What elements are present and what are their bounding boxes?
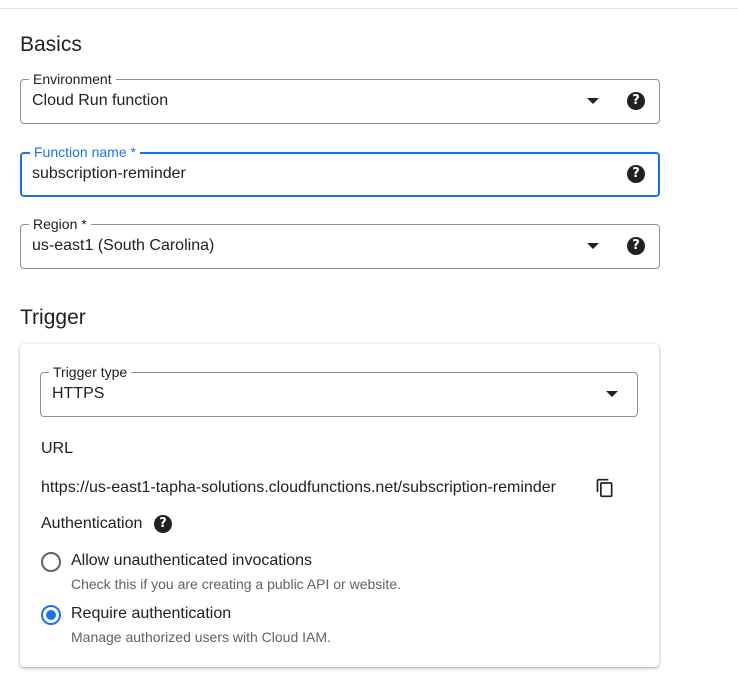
basics-title: Basics <box>20 33 82 56</box>
help-circle-icon[interactable]: ? <box>154 515 172 533</box>
allow-unauthenticated-description: Check this if you are creating a public … <box>71 576 401 592</box>
allow-unauthenticated-radio[interactable] <box>41 552 61 572</box>
arrow-drop-down-icon[interactable] <box>587 243 599 249</box>
function-name-input[interactable]: subscription-reminder <box>32 165 186 183</box>
help-circle-icon[interactable]: ? <box>627 92 645 110</box>
help-circle-icon[interactable]: ? <box>627 237 645 255</box>
require-authentication-radio[interactable] <box>41 605 61 625</box>
function-name-field[interactable]: Function name * subscription-reminder ? <box>20 144 660 197</box>
url-heading: URL <box>41 440 74 457</box>
trigger-type-value: HTTPS <box>52 385 105 402</box>
help-circle-icon[interactable]: ? <box>627 165 645 183</box>
trigger-card: Trigger type HTTPS URL https://us-east1-… <box>20 344 659 667</box>
environment-label: Environment <box>29 71 116 87</box>
trigger-url: https://us-east1-tapha-solutions.cloudfu… <box>41 479 556 496</box>
function-name-label: Function name * <box>30 144 140 160</box>
region-value: us-east1 (South Carolina) <box>32 237 215 254</box>
require-authentication-label[interactable]: Require authentication <box>71 605 231 623</box>
trigger-type-label: Trigger type <box>49 364 132 380</box>
environment-value: Cloud Run function <box>32 92 169 109</box>
trigger-title: Trigger <box>20 306 86 329</box>
authentication-heading: Authentication <box>41 515 143 532</box>
require-authentication-description: Manage authorized users with Cloud IAM. <box>71 629 331 645</box>
top-divider <box>0 8 738 9</box>
environment-select[interactable]: Environment Cloud Run function ? <box>20 71 660 124</box>
allow-unauthenticated-label[interactable]: Allow unauthenticated invocations <box>71 552 312 570</box>
trigger-type-select[interactable]: Trigger type HTTPS <box>40 364 638 417</box>
region-label: Region * <box>29 216 91 232</box>
arrow-drop-down-icon[interactable] <box>587 98 599 104</box>
arrow-drop-down-icon[interactable] <box>606 391 618 397</box>
copy-icon[interactable] <box>595 478 615 498</box>
region-select[interactable]: Region * us-east1 (South Carolina) ? <box>20 216 660 269</box>
